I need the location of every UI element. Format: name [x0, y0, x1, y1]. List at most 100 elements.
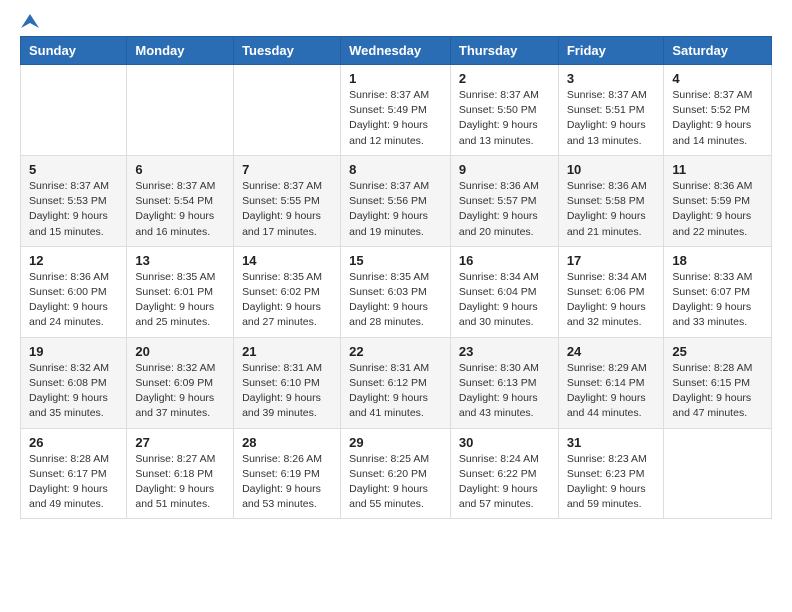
- day-detail: Sunrise: 8:29 AM Sunset: 6:14 PM Dayligh…: [567, 361, 656, 422]
- calendar-week-row: 1Sunrise: 8:37 AM Sunset: 5:49 PM Daylig…: [21, 65, 772, 156]
- calendar-cell: 19 Sunrise: 8:32 AM Sunset: 6:08 PM Dayli…: [21, 337, 127, 428]
- day-number: 30: [459, 435, 550, 450]
- day-number: 25: [672, 344, 763, 359]
- calendar-cell: 28Sunrise: 8:26 AM Sunset: 6:19 PM Dayli…: [234, 428, 341, 519]
- calendar-cell: 17 Sunrise: 8:34 AM Sunset: 6:06 PM Dayli…: [558, 246, 664, 337]
- day-number: 12: [29, 253, 118, 268]
- day-detail: Sunrise: 8:33 AM Sunset: 6:07 PM Dayligh…: [672, 270, 763, 331]
- calendar-header-friday: Friday: [558, 37, 664, 65]
- day-detail: Sunrise: 8:37 AM Sunset: 5:49 PM Dayligh…: [349, 88, 442, 149]
- calendar-cell: 22 Sunrise: 8:31 AM Sunset: 6:12 PM Dayli…: [341, 337, 451, 428]
- calendar-cell: 10 Sunrise: 8:36 AM Sunset: 5:58 PM Dayli…: [558, 155, 664, 246]
- calendar-header-row: SundayMondayTuesdayWednesdayThursdayFrid…: [21, 37, 772, 65]
- calendar-cell: 15 Sunrise: 8:35 AM Sunset: 6:03 PM Dayli…: [341, 246, 451, 337]
- calendar-week-row: 19 Sunrise: 8:32 AM Sunset: 6:08 PM Dayli…: [21, 337, 772, 428]
- day-detail: Sunrise: 8:37 AM Sunset: 5:55 PM Dayligh…: [242, 179, 332, 240]
- day-number: 2: [459, 71, 550, 86]
- calendar-cell: 18 Sunrise: 8:33 AM Sunset: 6:07 PM Dayli…: [664, 246, 772, 337]
- day-number: 19: [29, 344, 118, 359]
- day-detail: Sunrise: 8:28 AM Sunset: 6:15 PM Dayligh…: [672, 361, 763, 422]
- calendar-cell: 1Sunrise: 8:37 AM Sunset: 5:49 PM Daylig…: [341, 65, 451, 156]
- day-detail: Sunrise: 8:31 AM Sunset: 6:12 PM Dayligh…: [349, 361, 442, 422]
- day-detail: Sunrise: 8:31 AM Sunset: 6:10 PM Dayligh…: [242, 361, 332, 422]
- calendar-cell: 7 Sunrise: 8:37 AM Sunset: 5:55 PM Daylig…: [234, 155, 341, 246]
- day-detail: Sunrise: 8:37 AM Sunset: 5:50 PM Dayligh…: [459, 88, 550, 149]
- day-detail: Sunrise: 8:32 AM Sunset: 6:08 PM Dayligh…: [29, 361, 118, 422]
- day-number: 7: [242, 162, 332, 177]
- calendar-cell: 9Sunrise: 8:36 AM Sunset: 5:57 PM Daylig…: [450, 155, 558, 246]
- calendar-cell: 14 Sunrise: 8:35 AM Sunset: 6:02 PM Dayli…: [234, 246, 341, 337]
- calendar-cell: 25 Sunrise: 8:28 AM Sunset: 6:15 PM Dayli…: [664, 337, 772, 428]
- calendar-cell: 26 Sunrise: 8:28 AM Sunset: 6:17 PM Dayli…: [21, 428, 127, 519]
- day-detail: Sunrise: 8:36 AM Sunset: 6:00 PM Dayligh…: [29, 270, 118, 331]
- day-detail: Sunrise: 8:35 AM Sunset: 6:03 PM Dayligh…: [349, 270, 442, 331]
- day-number: 14: [242, 253, 332, 268]
- calendar-week-row: 12 Sunrise: 8:36 AM Sunset: 6:00 PM Dayli…: [21, 246, 772, 337]
- day-number: 22: [349, 344, 442, 359]
- day-detail: Sunrise: 8:34 AM Sunset: 6:04 PM Dayligh…: [459, 270, 550, 331]
- calendar-cell: 11 Sunrise: 8:36 AM Sunset: 5:59 PM Dayli…: [664, 155, 772, 246]
- page-header: [20, 16, 772, 24]
- calendar-cell: 23Sunrise: 8:30 AM Sunset: 6:13 PM Dayli…: [450, 337, 558, 428]
- calendar-table: SundayMondayTuesdayWednesdayThursdayFrid…: [20, 36, 772, 519]
- day-number: 11: [672, 162, 763, 177]
- calendar-cell: [664, 428, 772, 519]
- calendar-cell: 31 Sunrise: 8:23 AM Sunset: 6:23 PM Dayli…: [558, 428, 664, 519]
- day-detail: Sunrise: 8:24 AM Sunset: 6:22 PM Dayligh…: [459, 452, 550, 513]
- logo-bird-icon: [21, 14, 39, 28]
- calendar-cell: 3 Sunrise: 8:37 AM Sunset: 5:51 PM Daylig…: [558, 65, 664, 156]
- calendar-cell: 24 Sunrise: 8:29 AM Sunset: 6:14 PM Dayli…: [558, 337, 664, 428]
- calendar-cell: 12 Sunrise: 8:36 AM Sunset: 6:00 PM Dayli…: [21, 246, 127, 337]
- day-number: 18: [672, 253, 763, 268]
- day-detail: Sunrise: 8:32 AM Sunset: 6:09 PM Dayligh…: [135, 361, 225, 422]
- day-detail: Sunrise: 8:37 AM Sunset: 5:53 PM Dayligh…: [29, 179, 118, 240]
- day-detail: Sunrise: 8:30 AM Sunset: 6:13 PM Dayligh…: [459, 361, 550, 422]
- day-detail: Sunrise: 8:35 AM Sunset: 6:02 PM Dayligh…: [242, 270, 332, 331]
- calendar-header-tuesday: Tuesday: [234, 37, 341, 65]
- calendar-cell: 16Sunrise: 8:34 AM Sunset: 6:04 PM Dayli…: [450, 246, 558, 337]
- day-number: 24: [567, 344, 656, 359]
- day-detail: Sunrise: 8:28 AM Sunset: 6:17 PM Dayligh…: [29, 452, 118, 513]
- day-detail: Sunrise: 8:25 AM Sunset: 6:20 PM Dayligh…: [349, 452, 442, 513]
- day-detail: Sunrise: 8:27 AM Sunset: 6:18 PM Dayligh…: [135, 452, 225, 513]
- day-detail: Sunrise: 8:36 AM Sunset: 5:58 PM Dayligh…: [567, 179, 656, 240]
- day-detail: Sunrise: 8:36 AM Sunset: 5:59 PM Dayligh…: [672, 179, 763, 240]
- calendar-week-row: 26 Sunrise: 8:28 AM Sunset: 6:17 PM Dayli…: [21, 428, 772, 519]
- calendar-cell: 20 Sunrise: 8:32 AM Sunset: 6:09 PM Dayli…: [127, 337, 234, 428]
- day-number: 10: [567, 162, 656, 177]
- page-container: SundayMondayTuesdayWednesdayThursdayFrid…: [0, 0, 792, 539]
- calendar-cell: 29Sunrise: 8:25 AM Sunset: 6:20 PM Dayli…: [341, 428, 451, 519]
- calendar-cell: [234, 65, 341, 156]
- calendar-cell: 27 Sunrise: 8:27 AM Sunset: 6:18 PM Dayli…: [127, 428, 234, 519]
- day-detail: Sunrise: 8:37 AM Sunset: 5:54 PM Dayligh…: [135, 179, 225, 240]
- calendar-cell: 13Sunrise: 8:35 AM Sunset: 6:01 PM Dayli…: [127, 246, 234, 337]
- day-number: 6: [135, 162, 225, 177]
- calendar-cell: 2 Sunrise: 8:37 AM Sunset: 5:50 PM Daylig…: [450, 65, 558, 156]
- day-number: 3: [567, 71, 656, 86]
- day-number: 9: [459, 162, 550, 177]
- calendar-header-saturday: Saturday: [664, 37, 772, 65]
- day-detail: Sunrise: 8:37 AM Sunset: 5:52 PM Dayligh…: [672, 88, 763, 149]
- day-detail: Sunrise: 8:37 AM Sunset: 5:51 PM Dayligh…: [567, 88, 656, 149]
- day-detail: Sunrise: 8:23 AM Sunset: 6:23 PM Dayligh…: [567, 452, 656, 513]
- day-number: 28: [242, 435, 332, 450]
- calendar-cell: [21, 65, 127, 156]
- day-number: 26: [29, 435, 118, 450]
- calendar-cell: 8 Sunrise: 8:37 AM Sunset: 5:56 PM Daylig…: [341, 155, 451, 246]
- logo: [20, 16, 39, 24]
- calendar-cell: 30 Sunrise: 8:24 AM Sunset: 6:22 PM Dayli…: [450, 428, 558, 519]
- day-number: 20: [135, 344, 225, 359]
- calendar-header-sunday: Sunday: [21, 37, 127, 65]
- calendar-cell: 21Sunrise: 8:31 AM Sunset: 6:10 PM Dayli…: [234, 337, 341, 428]
- day-number: 17: [567, 253, 656, 268]
- calendar-cell: [127, 65, 234, 156]
- calendar-cell: 6 Sunrise: 8:37 AM Sunset: 5:54 PM Daylig…: [127, 155, 234, 246]
- day-number: 5: [29, 162, 118, 177]
- calendar-header-monday: Monday: [127, 37, 234, 65]
- day-number: 31: [567, 435, 656, 450]
- day-number: 15: [349, 253, 442, 268]
- day-detail: Sunrise: 8:37 AM Sunset: 5:56 PM Dayligh…: [349, 179, 442, 240]
- day-number: 27: [135, 435, 225, 450]
- day-number: 8: [349, 162, 442, 177]
- day-detail: Sunrise: 8:34 AM Sunset: 6:06 PM Dayligh…: [567, 270, 656, 331]
